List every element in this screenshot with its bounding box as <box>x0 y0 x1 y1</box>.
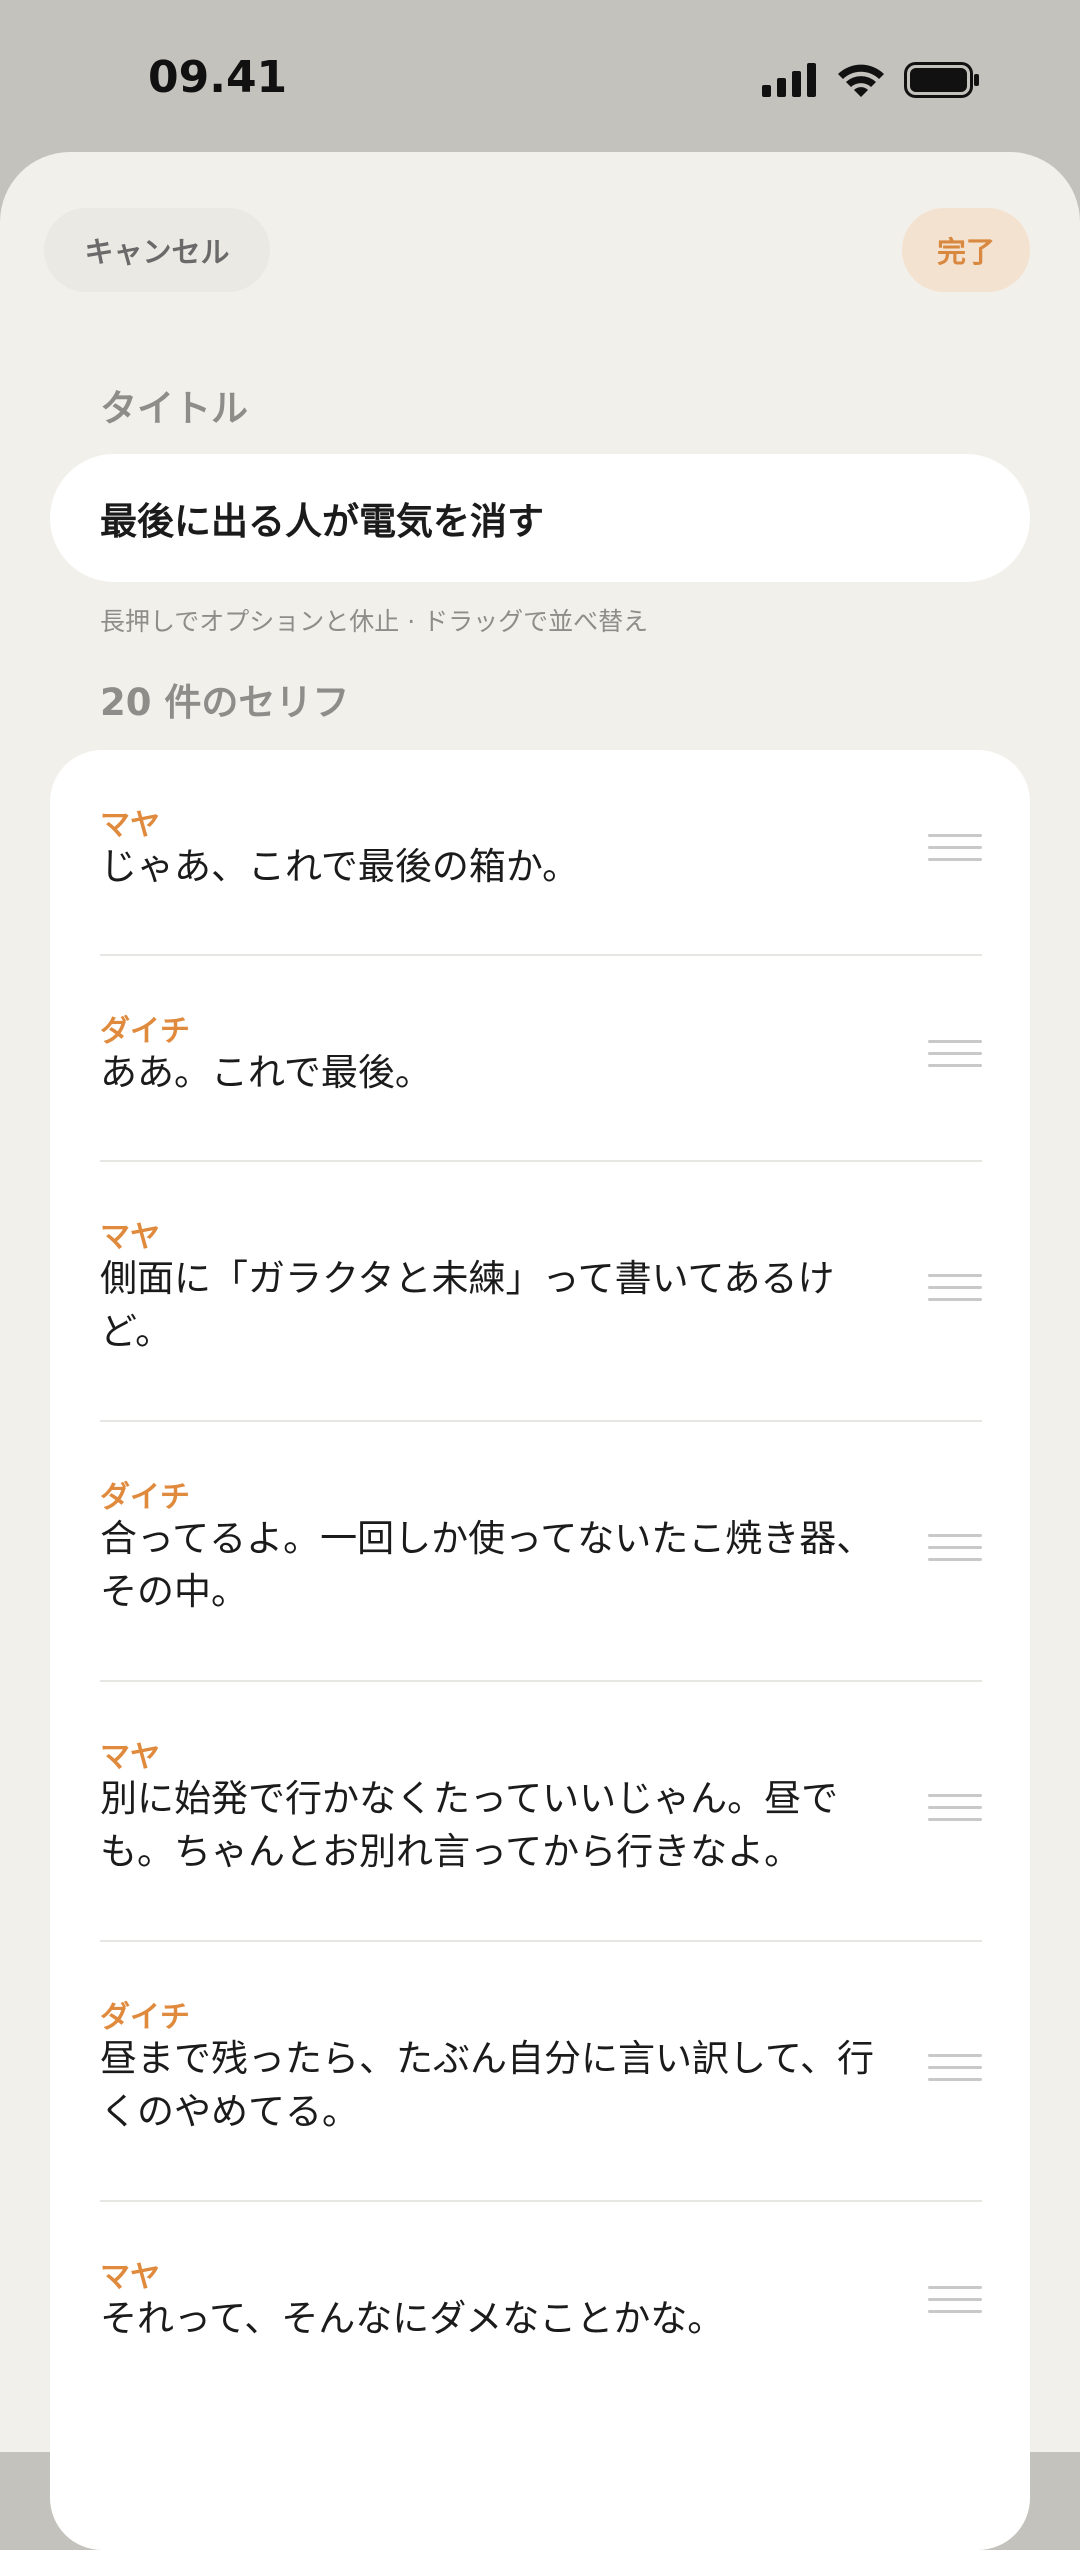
speaker-label: マヤ <box>100 1220 160 1255</box>
drag-handle-icon[interactable] <box>928 834 982 862</box>
divider <box>100 954 982 956</box>
title-section-label: タイトル <box>100 387 248 430</box>
status-time: 09.41 <box>148 52 288 103</box>
speaker-label: ダイチ <box>100 1480 190 1515</box>
title-input[interactable]: 最後に出る人が電気を消す <box>50 454 1030 582</box>
speaker-label: マヤ <box>100 808 160 843</box>
line-text: 側面に「ガラクタと未練」って書いてあるけど。 <box>100 1257 835 1353</box>
cellular-signal-icon <box>762 63 816 97</box>
done-button[interactable]: 完了 <box>902 208 1030 292</box>
drag-handle-icon[interactable] <box>928 1040 982 1068</box>
line-text: 昼まで残ったら、たぶん自分に言い訳して、行くのやめてる。 <box>100 2037 875 2133</box>
line-text: ああ。これで最後。 <box>100 1051 432 1094</box>
drag-handle-icon[interactable] <box>928 2286 982 2314</box>
line-text: 別に始発で行かなくたっていいじゃん。昼でも。ちゃんとお別れ言ってから行きなよ。 <box>100 1777 839 1873</box>
divider <box>100 1420 982 1422</box>
drag-handle-icon[interactable] <box>928 1274 982 1302</box>
status-icons <box>762 58 980 102</box>
cancel-button[interactable]: キャンセル <box>44 208 270 292</box>
reorder-hint: 長押しでオプションと休止 · ドラッグで並べ替え <box>100 607 649 636</box>
divider <box>100 1160 982 1162</box>
line-text: 合ってるよ。一回しか使ってないたこ焼き器、その中。 <box>100 1517 874 1613</box>
line-text: それって、そんなにダメなことかな。 <box>100 2297 725 2340</box>
battery-icon <box>904 62 979 98</box>
lines-count-label: 20 件のセリフ <box>100 681 350 724</box>
divider <box>100 1940 982 1942</box>
drag-handle-icon[interactable] <box>928 1534 982 1562</box>
divider <box>100 2200 982 2202</box>
speaker-label: マヤ <box>100 2260 160 2295</box>
edit-script-sheet: キャンセル 完了 タイトル 最後に出る人が電気を消す 長押しでオプションと休止 … <box>0 152 1080 2550</box>
speaker-label: マヤ <box>100 1740 160 1775</box>
status-bar: 09.41 <box>0 0 1080 150</box>
drag-handle-icon[interactable] <box>928 2054 982 2082</box>
drag-handle-icon[interactable] <box>928 1794 982 1822</box>
speaker-label: ダイチ <box>100 1014 190 1049</box>
lines-list: マヤ じゃあ、これで最後の箱か。 ダイチ ああ。これで最後。 マヤ 側面に「ガラ… <box>50 750 1030 2550</box>
divider <box>100 1680 982 1682</box>
speaker-label: ダイチ <box>100 2000 190 2035</box>
wifi-icon <box>838 64 884 97</box>
line-text: じゃあ、これで最後の箱か。 <box>100 845 580 888</box>
